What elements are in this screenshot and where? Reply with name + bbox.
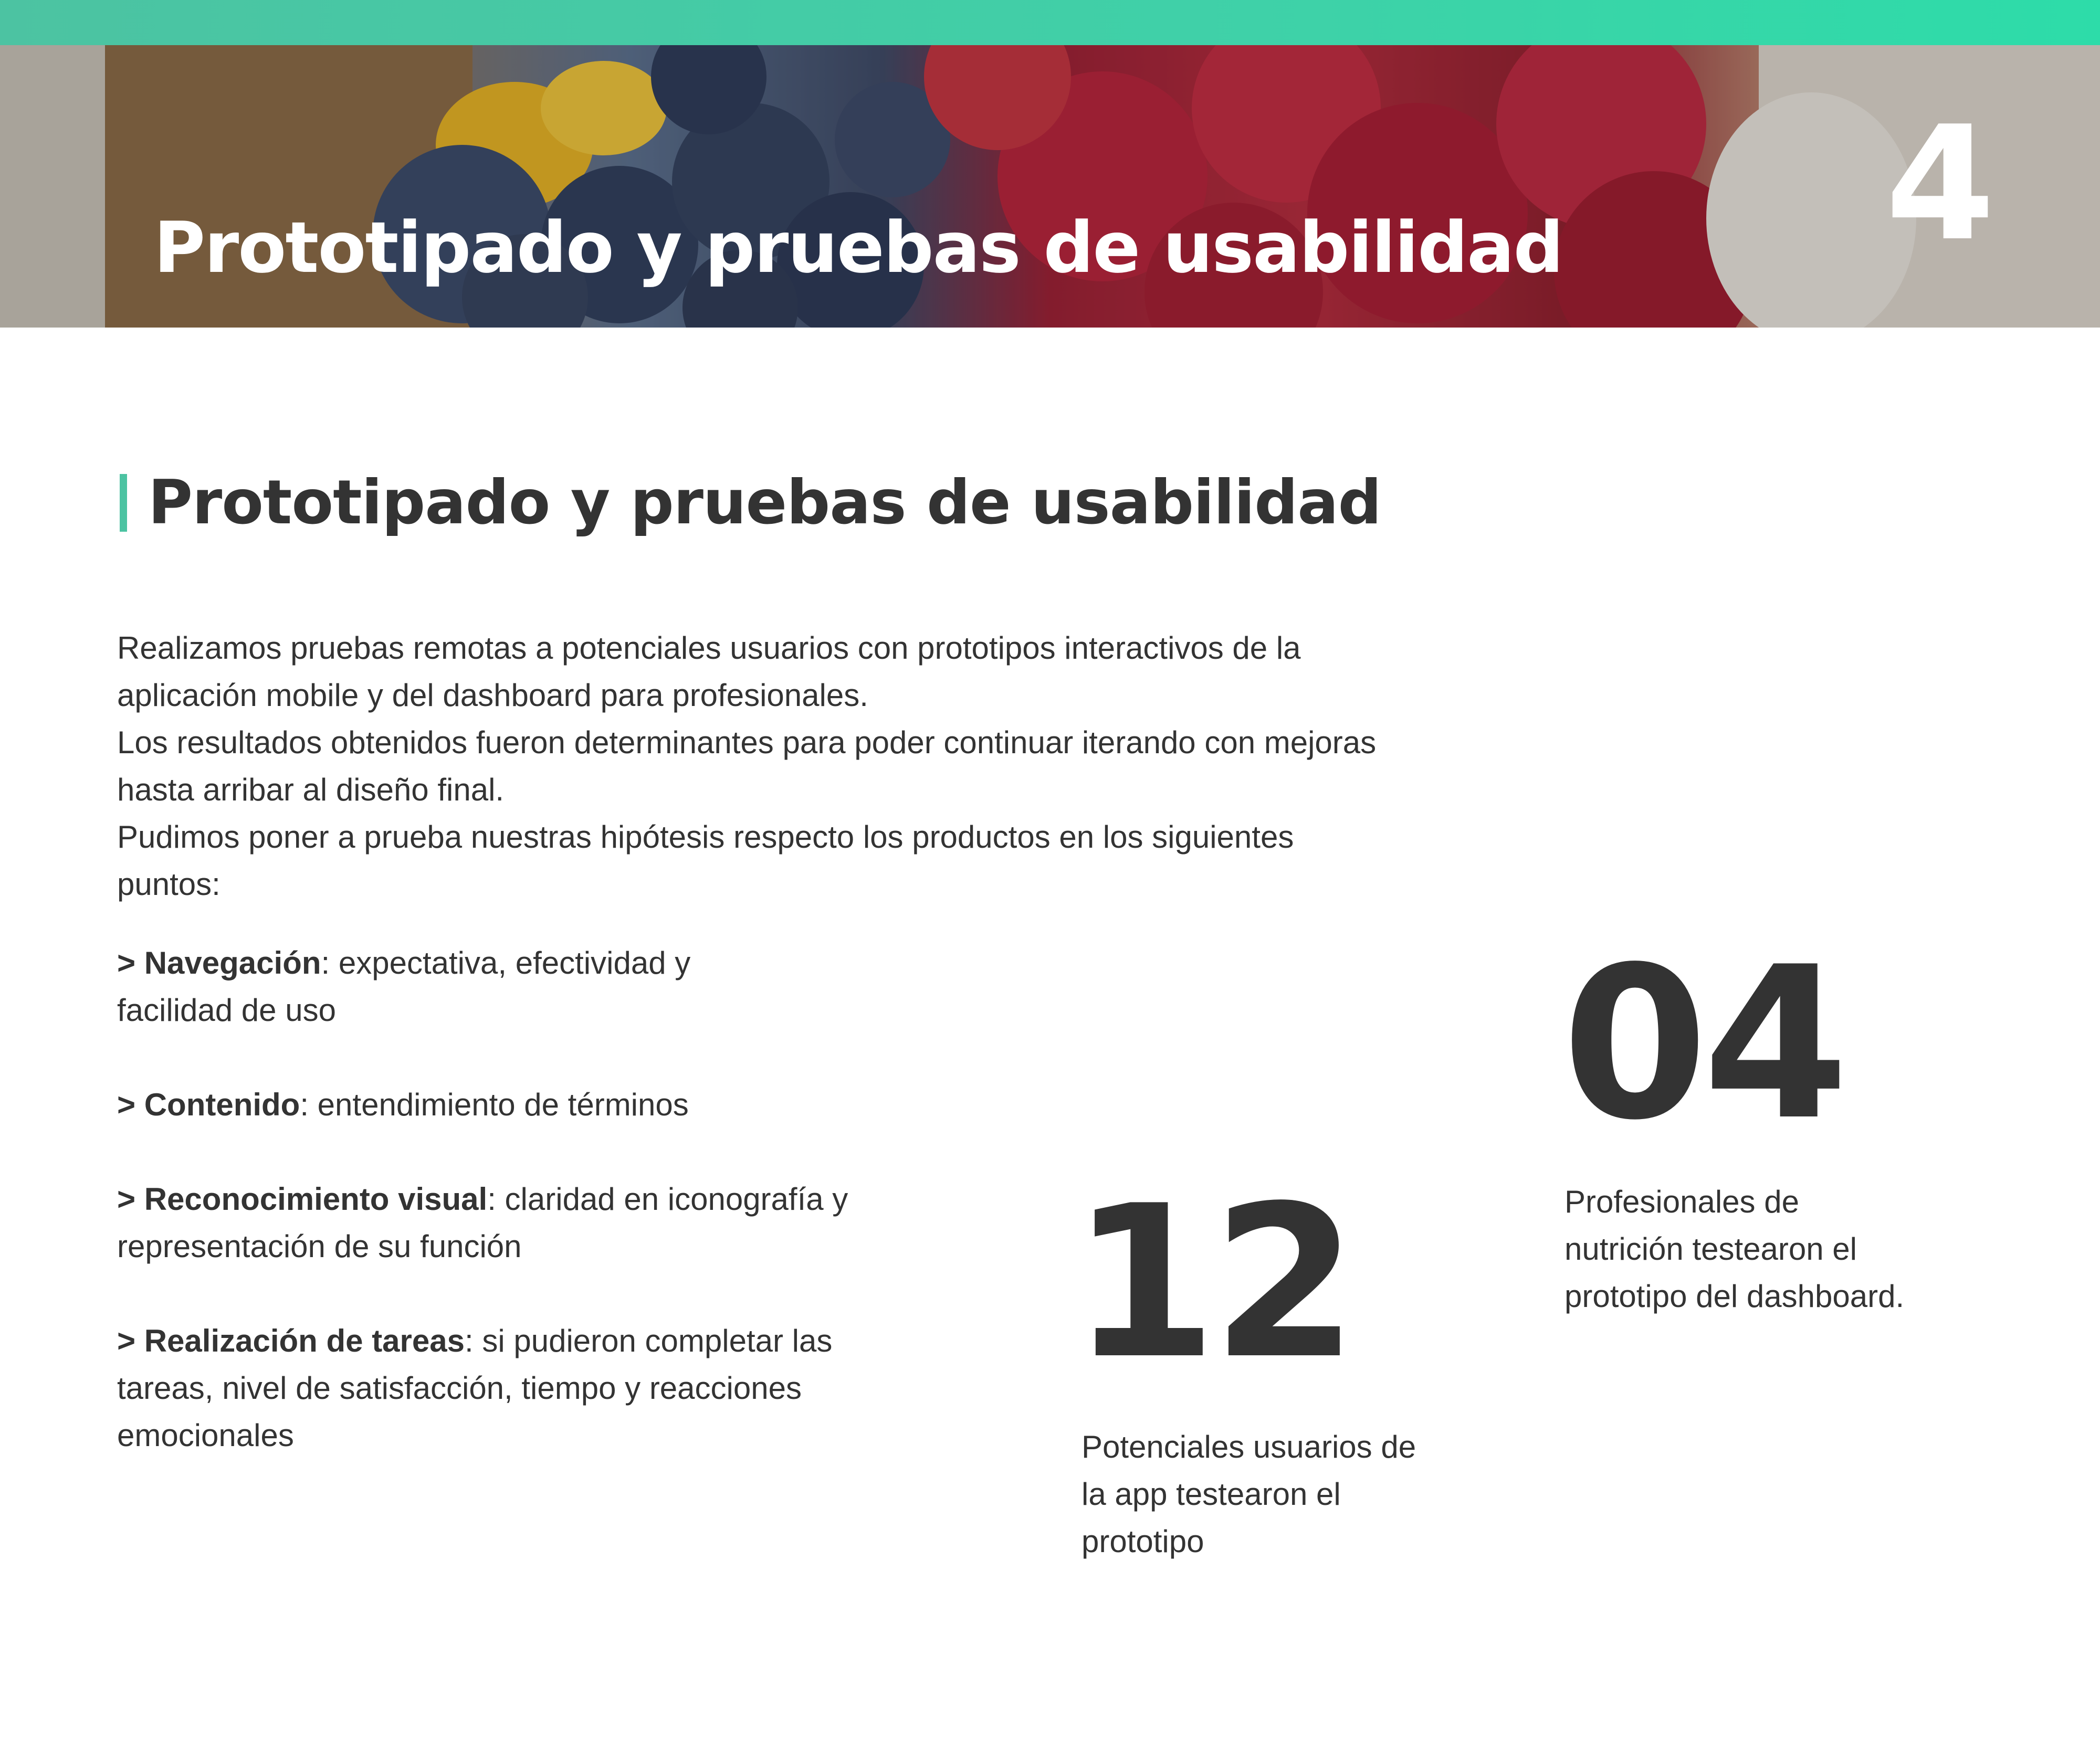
hero-banner: Prototipado y pruebas de usabilidad 4 xyxy=(0,45,2100,328)
section-heading: Prototipado y pruebas de usabilidad xyxy=(120,467,1382,538)
chapter-number: 4 xyxy=(1885,92,1995,276)
point-label: Contenido xyxy=(144,1087,300,1122)
point-marker: > xyxy=(117,945,144,981)
page: Prototipado y pruebas de usabilidad 4 Pr… xyxy=(0,0,2100,1750)
stat-description-professionals: Profesionales de nutrición testearon el … xyxy=(1564,1184,1905,1314)
list-item: > Reconocimiento visual: claridad en ico… xyxy=(117,1176,852,1270)
intro-paragraph: Realizamos pruebas remotas a potenciales… xyxy=(117,630,1301,713)
top-accent-bar xyxy=(0,0,2100,45)
stat-description-users: Potenciales usuarios de la app testearon… xyxy=(1082,1429,1416,1559)
intro-text: Realizamos pruebas remotas a potenciales… xyxy=(117,625,1430,908)
intro-paragraph: Los resultados obtenidos fueron determin… xyxy=(117,725,1377,807)
section-title: Prototipado y pruebas de usabilidad xyxy=(148,467,1382,538)
test-points-list: > Navegación: expectativa, efectividad y… xyxy=(117,940,905,1506)
banner-title: Prototipado y pruebas de usabilidad xyxy=(154,207,1563,289)
intro-paragraph: Pudimos poner a prueba nuestras hipótesi… xyxy=(117,819,1294,902)
heading-accent-bar xyxy=(120,474,127,532)
point-marker: > xyxy=(117,1087,144,1122)
point-label: Realización de tareas xyxy=(144,1323,465,1358)
point-text: : entendimiento de términos xyxy=(300,1087,689,1122)
point-marker: > xyxy=(117,1323,144,1358)
list-item: > Realización de tareas: si pudieron com… xyxy=(117,1317,878,1459)
point-label: Reconocimiento visual xyxy=(144,1182,488,1217)
point-marker: > xyxy=(117,1182,144,1217)
point-label: Navegación xyxy=(144,945,321,981)
list-item: > Navegación: expectativa, efectividad y… xyxy=(117,940,800,1034)
list-item: > Contenido: entendimiento de términos xyxy=(117,1081,852,1129)
stat-number-professionals: 04 xyxy=(1562,922,1849,1166)
stat-number-users: 12 xyxy=(1071,1161,1358,1405)
